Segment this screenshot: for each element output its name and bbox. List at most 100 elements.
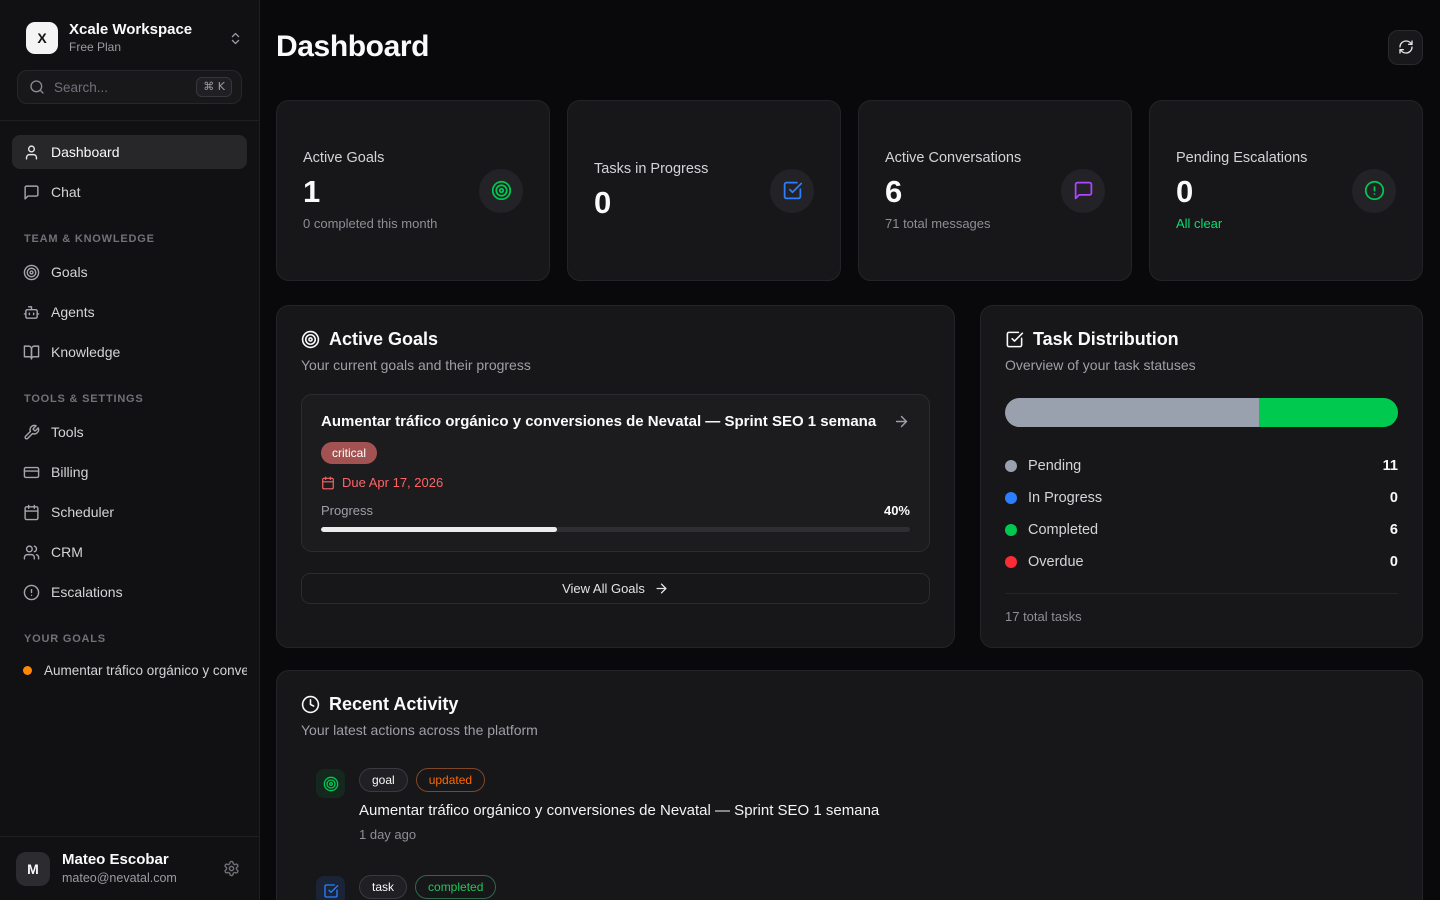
view-all-goals-button[interactable]: View All Goals	[301, 573, 930, 604]
progress-label: Progress	[321, 503, 373, 518]
task-legend: Pending 11 In Progress 0 Completed 6 Ove…	[1005, 450, 1398, 578]
progress-bar	[321, 527, 910, 532]
bar-segment-pending	[1005, 398, 1259, 427]
gear-icon[interactable]	[220, 857, 243, 880]
arrow-right-icon[interactable]	[893, 413, 910, 430]
stat-value: 0	[1176, 175, 1307, 209]
section-team-knowledge: TEAM & KNOWLEDGE	[12, 215, 247, 255]
target-icon	[23, 264, 40, 281]
stat-sub: All clear	[1176, 216, 1307, 231]
sidebar-item-label: Tools	[51, 424, 84, 440]
sidebar-item-label: Agents	[51, 304, 95, 320]
activity-title: Aumentar tráfico orgánico y conversiones…	[359, 801, 1398, 820]
sidebar-item-knowledge[interactable]: Knowledge	[12, 335, 247, 369]
panel-title: Recent Activity	[329, 694, 458, 715]
sidebar-item-label: Knowledge	[51, 344, 120, 360]
sidebar-item-tools[interactable]: Tools	[12, 415, 247, 449]
workspace-name: Xcale Workspace	[69, 21, 215, 39]
user-name: Mateo Escobar	[62, 851, 208, 869]
recent-activity-panel: Recent Activity Your latest actions acro…	[276, 670, 1423, 900]
sidebar-item-dashboard[interactable]: Dashboard	[12, 135, 247, 169]
sidebar-item-label: Scheduler	[51, 504, 114, 520]
section-your-goals: YOUR GOALS	[12, 615, 247, 655]
panel-title: Task Distribution	[1033, 329, 1179, 350]
workspace-plan: Free Plan	[69, 40, 215, 55]
task-distribution-panel: Task Distribution Overview of your task …	[980, 305, 1423, 648]
stat-sub: 71 total messages	[885, 216, 1021, 231]
sidebar-item-agents[interactable]: Agents	[12, 295, 247, 329]
sidebar-goal-label: Aumentar tráfico orgánico y conversiones…	[44, 663, 247, 678]
total-tasks: 17 total tasks	[1005, 609, 1398, 624]
stat-value: 0	[594, 186, 708, 220]
panel-title: Active Goals	[329, 329, 438, 350]
stats-row: Active Goals 1 0 completed this month Ta…	[276, 100, 1423, 281]
refresh-button[interactable]	[1388, 30, 1423, 65]
main-content: Dashboard Active Goals 1 0 completed thi…	[260, 0, 1440, 900]
activity-list: goal updated Aumentar tráfico orgánico y…	[301, 768, 1398, 900]
legend-row-in-progress: In Progress 0	[1005, 482, 1398, 514]
user-icon	[23, 144, 40, 161]
priority-badge: critical	[321, 442, 377, 464]
credit-card-icon	[23, 464, 40, 481]
stat-card-active-goals: Active Goals 1 0 completed this month	[276, 100, 550, 281]
sidebar-item-label: Goals	[51, 264, 88, 280]
panel-subtitle: Your latest actions across the platform	[301, 722, 1398, 738]
sidebar-item-crm[interactable]: CRM	[12, 535, 247, 569]
task-distribution-bar	[1005, 398, 1398, 427]
activity-time: 1 day ago	[359, 827, 1398, 842]
stat-label: Pending Escalations	[1176, 150, 1307, 166]
user-email: mateo@nevatal.com	[62, 870, 208, 886]
stat-label: Active Conversations	[885, 150, 1021, 166]
panel-subtitle: Your current goals and their progress	[301, 357, 930, 373]
stat-value: 6	[885, 175, 1021, 209]
wrench-icon	[23, 424, 40, 441]
stat-card-pending-escalations: Pending Escalations 0 All clear	[1149, 100, 1423, 281]
square-check-icon	[323, 883, 339, 899]
legend-dot	[1005, 556, 1017, 568]
sidebar-item-escalations[interactable]: Escalations	[12, 575, 247, 609]
square-check-icon	[1005, 330, 1024, 349]
sidebar-item-label: Billing	[51, 464, 88, 480]
activity-type-badge: task	[359, 875, 407, 899]
target-icon	[491, 180, 512, 201]
legend-row-completed: Completed 6	[1005, 514, 1398, 546]
stat-card-active-conversations: Active Conversations 6 71 total messages	[858, 100, 1132, 281]
sidebar-item-chat[interactable]: Chat	[12, 175, 247, 209]
stat-value: 1	[303, 175, 437, 209]
square-check-icon	[782, 180, 803, 201]
due-date: Due Apr 17, 2026	[321, 475, 910, 490]
sidebar-item-billing[interactable]: Billing	[12, 455, 247, 489]
goal-title: Aumentar tráfico orgánico y conversiones…	[321, 412, 876, 431]
goal-progress-fill	[321, 527, 557, 532]
goal-card[interactable]: Aumentar tráfico orgánico y conversiones…	[301, 394, 930, 552]
page-title: Dashboard	[276, 30, 429, 64]
refresh-icon	[1398, 39, 1414, 55]
sidebar-item-scheduler[interactable]: Scheduler	[12, 495, 247, 529]
panel-subtitle: Overview of your task statuses	[1005, 357, 1398, 373]
message-square-icon	[23, 184, 40, 201]
divider	[1005, 593, 1398, 594]
chevrons-up-down-icon	[226, 29, 245, 48]
sidebar-goal-item[interactable]: Aumentar tráfico orgánico y conversiones…	[12, 655, 247, 686]
search-input[interactable]	[54, 80, 187, 95]
search-box[interactable]: ⌘ K	[17, 70, 242, 104]
alert-circle-icon	[1364, 180, 1385, 201]
sidebar-item-goals[interactable]: Goals	[12, 255, 247, 289]
stat-sub: 0 completed this month	[303, 216, 437, 231]
target-icon	[323, 776, 339, 792]
sidebar: X Xcale Workspace Free Plan ⌘ K Dashboar…	[0, 0, 260, 900]
activity-item: goal updated Aumentar tráfico orgánico y…	[316, 768, 1398, 842]
activity-status-badge: completed	[415, 875, 496, 899]
user-footer: M Mateo Escobar mateo@nevatal.com	[0, 836, 259, 900]
arrow-right-icon	[654, 581, 669, 596]
calendar-icon	[23, 504, 40, 521]
workspace-logo: X	[26, 22, 58, 54]
section-tools-settings: TOOLS & SETTINGS	[12, 375, 247, 415]
sidebar-item-label: Chat	[51, 184, 81, 200]
workspace-switcher[interactable]: X Xcale Workspace Free Plan	[0, 0, 259, 70]
stat-label: Tasks in Progress	[594, 161, 708, 177]
bar-segment-completed	[1259, 398, 1398, 427]
sidebar-nav: Dashboard Chat TEAM & KNOWLEDGE Goals Ag…	[0, 121, 259, 836]
legend-dot	[1005, 492, 1017, 504]
legend-dot	[1005, 524, 1017, 536]
